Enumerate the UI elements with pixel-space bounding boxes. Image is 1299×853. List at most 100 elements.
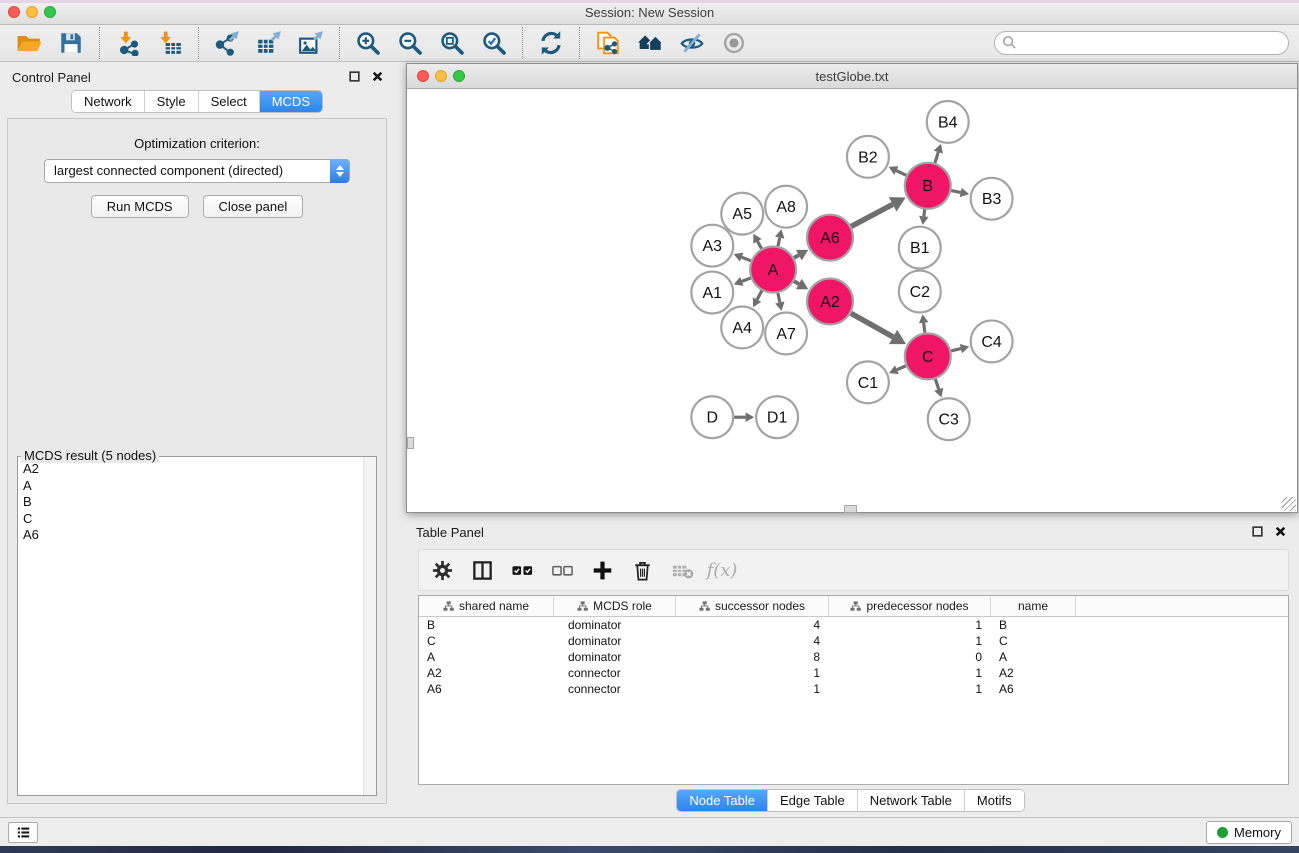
window-resize-grip-icon[interactable]	[1282, 497, 1296, 511]
graph-edge-A-A1[interactable]	[742, 278, 751, 281]
graph-edge-A-A8[interactable]	[778, 238, 780, 246]
graph-edge-A-A5[interactable]	[757, 241, 761, 248]
zoom-out-icon[interactable]	[395, 28, 425, 58]
tab-mcds[interactable]: MCDS	[259, 91, 322, 112]
memory-button[interactable]: Memory	[1206, 821, 1292, 844]
cell-successor-nodes[interactable]: 1	[676, 681, 829, 697]
delete-column-icon[interactable]	[629, 557, 655, 583]
table-row[interactable]: A2connector11A2	[419, 665, 1288, 681]
cell-predecessor-nodes[interactable]: 1	[829, 633, 991, 649]
mcds-result-item[interactable]: A2	[19, 461, 362, 478]
close-table-panel-icon[interactable]	[1274, 525, 1287, 538]
close-panel-button[interactable]: Close panel	[203, 195, 304, 218]
cell-name[interactable]: A	[991, 649, 1076, 665]
graph-edge-A6-B[interactable]	[851, 204, 893, 226]
cell-predecessor-nodes[interactable]: 1	[829, 681, 991, 697]
graph-edge-C-C2[interactable]	[924, 323, 925, 333]
network-window-titlebar[interactable]: testGlobe.txt	[407, 64, 1297, 89]
import-network-icon[interactable]	[113, 28, 143, 58]
cell-predecessor-nodes[interactable]: 0	[829, 649, 991, 665]
column-header-successor-nodes[interactable]: successor nodes	[676, 596, 829, 616]
mcds-result-item[interactable]: B	[19, 494, 362, 511]
cell-MCDS-role[interactable]: dominator	[554, 617, 676, 633]
tab-node-table[interactable]: Node Table	[677, 790, 767, 811]
gear-icon[interactable]	[429, 557, 455, 583]
table-row[interactable]: Bdominator41B	[419, 617, 1288, 633]
close-panel-icon[interactable]	[371, 70, 384, 83]
cell-shared-name[interactable]: A	[419, 649, 554, 665]
split-panel-icon[interactable]	[469, 557, 495, 583]
cell-MCDS-role[interactable]: dominator	[554, 633, 676, 649]
float-panel-icon[interactable]	[348, 70, 361, 83]
table-row[interactable]: Adominator80A	[419, 649, 1288, 665]
graph-edge-C-C1[interactable]	[897, 366, 906, 370]
add-column-icon[interactable]	[589, 557, 615, 583]
table-row[interactable]: Cdominator41C	[419, 633, 1288, 649]
cell-successor-nodes[interactable]: 8	[676, 649, 829, 665]
search-input[interactable]	[994, 31, 1289, 55]
first-neighbors-icon[interactable]	[635, 28, 665, 58]
new-network-from-selection-icon[interactable]	[593, 28, 623, 58]
graph-edge-A2-C[interactable]	[851, 313, 893, 337]
float-table-panel-icon[interactable]	[1251, 525, 1264, 538]
graph-edge-A-A6[interactable]	[794, 255, 799, 258]
graph-edge-B-B2[interactable]	[896, 171, 906, 176]
graph-edge-B-B3[interactable]	[951, 191, 960, 193]
cell-predecessor-nodes[interactable]: 1	[829, 665, 991, 681]
tab-network[interactable]: Network	[72, 91, 144, 112]
window-left-gripper[interactable]	[407, 437, 414, 449]
export-network-icon[interactable]	[212, 28, 242, 58]
mcds-result-item[interactable]: A	[19, 478, 362, 495]
graph-edge-A-A7[interactable]	[778, 293, 780, 302]
graph-edge-B-B1[interactable]	[924, 210, 925, 217]
graph-edge-A-A3[interactable]	[742, 257, 751, 261]
cell-shared-name[interactable]: A6	[419, 681, 554, 697]
export-image-icon[interactable]	[296, 28, 326, 58]
graph-edge-C-C3[interactable]	[935, 379, 938, 389]
column-header-shared-name[interactable]: shared name	[419, 596, 554, 616]
tab-edge-table[interactable]: Edge Table	[767, 790, 857, 811]
cell-shared-name[interactable]: A2	[419, 665, 554, 681]
zoom-in-icon[interactable]	[353, 28, 383, 58]
cell-successor-nodes[interactable]: 1	[676, 665, 829, 681]
cell-successor-nodes[interactable]: 4	[676, 633, 829, 649]
open-folder-icon[interactable]	[14, 28, 44, 58]
task-history-button[interactable]	[8, 822, 38, 843]
cell-predecessor-nodes[interactable]: 1	[829, 617, 991, 633]
cell-name[interactable]: B	[991, 617, 1076, 633]
tab-motifs[interactable]: Motifs	[964, 790, 1024, 811]
cell-shared-name[interactable]: B	[419, 617, 554, 633]
cell-name[interactable]: C	[991, 633, 1076, 649]
column-header-name[interactable]: name	[991, 596, 1076, 616]
mcds-result-item[interactable]: A6	[19, 527, 362, 544]
tab-network-table[interactable]: Network Table	[857, 790, 964, 811]
graph-edge-A-A2[interactable]	[794, 281, 799, 284]
export-table-icon[interactable]	[254, 28, 284, 58]
graph-edge-A-A4[interactable]	[757, 291, 762, 300]
cell-MCDS-role[interactable]: dominator	[554, 649, 676, 665]
column-header-predecessor-nodes[interactable]: predecessor nodes	[829, 596, 991, 616]
graph-edge-B-B4[interactable]	[935, 152, 938, 163]
result-scrollbar[interactable]	[363, 457, 376, 795]
cell-MCDS-role[interactable]: connector	[554, 665, 676, 681]
cell-name[interactable]: A6	[991, 681, 1076, 697]
tab-style[interactable]: Style	[144, 91, 198, 112]
mcds-result-item[interactable]: C	[19, 511, 362, 528]
table-row[interactable]: A6connector11A6	[419, 681, 1288, 697]
cell-shared-name[interactable]: C	[419, 633, 554, 649]
cell-MCDS-role[interactable]: connector	[554, 681, 676, 697]
zoom-selected-icon[interactable]	[479, 28, 509, 58]
window-bottom-gripper[interactable]	[844, 505, 857, 513]
network-canvas[interactable]: B4B2BB3A8A5A6B1A3AC2A1A2A4A7C4CC1C3DD1	[407, 89, 1297, 512]
select-all-icon[interactable]	[509, 557, 535, 583]
column-header-MCDS-role[interactable]: MCDS role	[554, 596, 676, 616]
graph-edge-C-C4[interactable]	[951, 349, 961, 351]
import-table-icon[interactable]	[155, 28, 185, 58]
tab-select[interactable]: Select	[198, 91, 259, 112]
zoom-fit-icon[interactable]	[437, 28, 467, 58]
criterion-select[interactable]: largest connected component (directed)	[44, 159, 350, 183]
cell-name[interactable]: A2	[991, 665, 1076, 681]
run-mcds-button[interactable]: Run MCDS	[91, 195, 189, 218]
refresh-icon[interactable]	[536, 28, 566, 58]
cell-successor-nodes[interactable]: 4	[676, 617, 829, 633]
